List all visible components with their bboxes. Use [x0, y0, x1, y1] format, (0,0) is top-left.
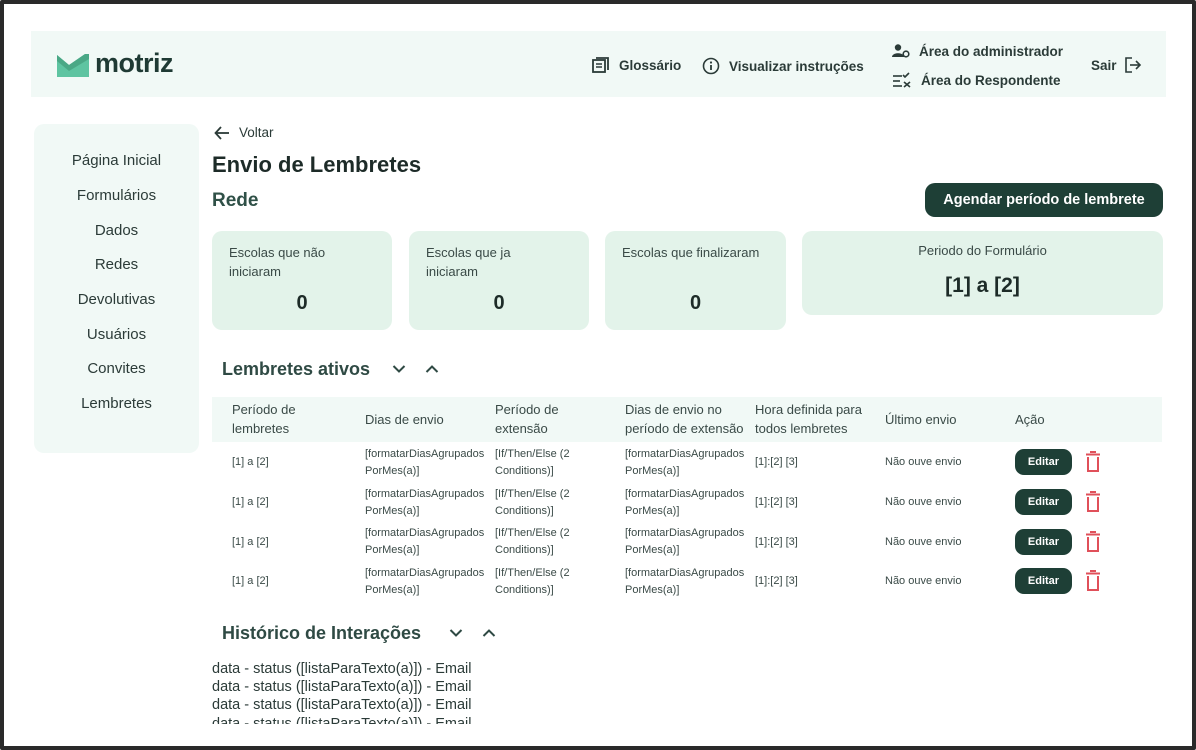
cell-extension: [If/Then/Else (2 Conditions)]	[495, 527, 570, 556]
logout-icon	[1124, 57, 1141, 73]
cell-days: [formatarDiasAgrupadosPorMes(a)]	[365, 488, 485, 517]
column-header: Último envio	[885, 412, 957, 427]
glossary-label: Glossário	[619, 57, 682, 73]
checklist-icon	[893, 72, 911, 88]
stat-card-started: Escolas que ja iniciaram 0	[409, 231, 589, 330]
column-header: Ação	[1015, 412, 1045, 427]
cell-days: [formatarDiasAgrupadosPorMes(a)]	[365, 448, 485, 477]
top-header: motriz Glossário Visualizar instruções Á…	[31, 31, 1166, 97]
cell-extension-days: [formatarDiasAgrupadosPorMes(a)]	[625, 448, 745, 477]
column-header: Hora definida para todos lembretes	[755, 402, 862, 436]
column-header: Período de lembretes	[232, 402, 296, 436]
chevron-down-icon[interactable]	[449, 628, 463, 638]
sidebar-item-data[interactable]: Dados	[34, 222, 199, 239]
arrow-left-icon	[214, 125, 229, 140]
trash-icon[interactable]	[1085, 570, 1101, 592]
page-title: Envio de Lembretes	[212, 152, 422, 177]
edit-button[interactable]: Editar	[1015, 489, 1072, 515]
cell-days: [formatarDiasAgrupadosPorMes(a)]	[365, 567, 485, 596]
stat-card-label: Escolas que ja iniciaram	[426, 245, 511, 279]
sidebar-item-users[interactable]: Usuários	[34, 326, 199, 343]
cell-days: [formatarDiasAgrupadosPorMes(a)]	[365, 527, 485, 556]
form-period-value: [1] a [2]	[945, 274, 1020, 297]
stat-card-label: Escolas que finalizaram	[622, 245, 760, 260]
history-section-title: Histórico de Interações	[222, 623, 422, 643]
cell-extension: [If/Then/Else (2 Conditions)]	[495, 567, 570, 596]
cell-hour: [1]:[2] [3]	[755, 575, 798, 587]
logout-button[interactable]: Sair	[1091, 57, 1151, 73]
admin-area-label: Área do administrador	[919, 43, 1064, 59]
info-icon	[702, 57, 720, 75]
history-entry: data - status ([listaParaTexto(a)]) - Em…	[212, 697, 472, 713]
sidebar-item-feedback[interactable]: Devolutivas	[34, 291, 199, 308]
schedule-reminder-button[interactable]: Agendar período de lembrete	[925, 183, 1163, 217]
form-period-card: Periodo do Formulário [1] a [2]	[802, 231, 1163, 315]
cell-last-sent: Não ouve envio	[885, 496, 962, 508]
sidebar-item-home[interactable]: Página Inicial	[34, 152, 199, 169]
cell-period: [1] a [2]	[232, 456, 269, 468]
instructions-link[interactable]: Visualizar instruções	[702, 57, 864, 75]
cell-hour: [1]:[2] [3]	[755, 536, 798, 548]
chevron-up-icon[interactable]	[482, 628, 496, 638]
stat-card-value: 0	[689, 292, 702, 314]
chevron-down-icon[interactable]	[392, 364, 406, 374]
cell-period: [1] a [2]	[232, 575, 269, 587]
cell-last-sent: Não ouve envio	[885, 456, 962, 468]
back-label: Voltar	[239, 125, 274, 140]
sidebar-item-invites[interactable]: Convites	[34, 360, 199, 377]
reminders-section-title: Lembretes ativos	[222, 359, 371, 379]
form-period-label: Periodo do Formulário	[918, 243, 1047, 258]
logout-label: Sair	[1091, 57, 1117, 73]
respondent-area-label: Área do Respondente	[921, 72, 1061, 88]
column-header: Dias de envio	[365, 412, 444, 427]
cell-last-sent: Não ouve envio	[885, 575, 962, 587]
history-entry: data - status ([listaParaTexto(a)]) - Em…	[212, 716, 472, 724]
trash-icon[interactable]	[1085, 531, 1101, 553]
cell-extension: [If/Then/Else (2 Conditions)]	[495, 448, 570, 477]
column-header: Período de extensão	[495, 402, 559, 436]
logo[interactable]: motriz	[57, 48, 174, 79]
cell-last-sent: Não ouve envio	[885, 536, 962, 548]
app-window: motriz Glossário Visualizar instruções Á…	[0, 0, 1196, 750]
chevron-up-icon[interactable]	[425, 364, 439, 374]
edit-button[interactable]: Editar	[1015, 529, 1072, 555]
stat-card-finished: Escolas que finalizaram 0	[605, 231, 786, 330]
cell-extension-days: [formatarDiasAgrupadosPorMes(a)]	[625, 567, 745, 596]
sidebar: Página Inicial Formulários Dados Redes D…	[34, 124, 199, 453]
cell-period: [1] a [2]	[232, 536, 269, 548]
page-subtitle: Rede	[212, 190, 259, 211]
column-header: Dias de envio no período de extensão	[625, 402, 744, 436]
edit-button[interactable]: Editar	[1015, 568, 1072, 594]
cell-extension-days: [formatarDiasAgrupadosPorMes(a)]	[625, 527, 745, 556]
edit-button[interactable]: Editar	[1015, 449, 1072, 475]
history-entry: data - status ([listaParaTexto(a)]) - Em…	[212, 679, 472, 695]
logo-text: motriz	[95, 48, 174, 78]
sidebar-item-networks[interactable]: Redes	[34, 256, 199, 273]
stat-card-label: Escolas que não iniciaram	[229, 245, 326, 279]
history-entry: data - status ([listaParaTexto(a)]) - Em…	[212, 661, 472, 677]
cell-hour: [1]:[2] [3]	[755, 456, 798, 468]
book-icon	[592, 57, 609, 73]
cell-extension-days: [formatarDiasAgrupadosPorMes(a)]	[625, 488, 745, 517]
stat-card-value: 0	[296, 292, 308, 314]
reminders-table-header: Período de lembretes Dias de envio Perío…	[212, 397, 1162, 442]
admin-area-link[interactable]: Área do administrador	[892, 43, 1063, 59]
back-link[interactable]: Voltar	[214, 125, 274, 140]
cell-period: [1] a [2]	[232, 496, 269, 508]
user-gear-icon	[892, 44, 910, 58]
respondent-area-link[interactable]: Área do Respondente	[892, 72, 1061, 88]
cell-hour: [1]:[2] [3]	[755, 496, 798, 508]
instructions-label: Visualizar instruções	[729, 58, 864, 74]
cell-extension: [If/Then/Else (2 Conditions)]	[495, 488, 570, 517]
motriz-logo-icon	[57, 53, 89, 77]
glossary-link[interactable]: Glossário	[592, 57, 681, 73]
stat-card-value: 0	[493, 292, 505, 314]
sidebar-item-reminders[interactable]: Lembretes	[34, 395, 199, 412]
trash-icon[interactable]	[1085, 491, 1101, 513]
history-entry-clipped: data - status ([listaParaTexto(a)]) - Em…	[212, 716, 512, 724]
stat-card-not-started: Escolas que não iniciaram 0	[212, 231, 392, 330]
trash-icon[interactable]	[1085, 451, 1101, 473]
sidebar-item-forms[interactable]: Formulários	[34, 187, 199, 204]
